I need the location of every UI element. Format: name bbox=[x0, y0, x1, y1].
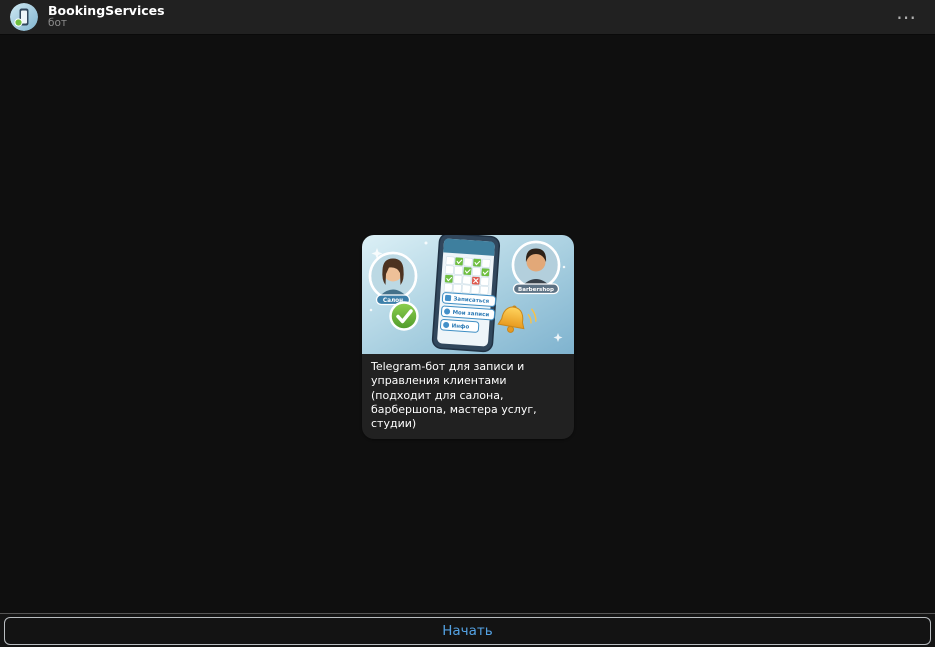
barbershop-portrait: Barbershop bbox=[513, 242, 559, 294]
salon-portrait: Салон bbox=[370, 253, 416, 305]
message-bubble: Салон Barbershop bbox=[362, 235, 574, 439]
barbershop-badge: Barbershop bbox=[514, 284, 559, 294]
chat-header: BookingServices бот ⋯ bbox=[0, 0, 935, 35]
bot-command-footer: Начать bbox=[0, 613, 935, 647]
barbershop-badge-label: Barbershop bbox=[518, 287, 554, 293]
bot-avatar-image bbox=[10, 3, 38, 31]
chat-header-info: BookingServices бот bbox=[48, 4, 165, 30]
chat-title: BookingServices bbox=[48, 4, 165, 18]
phone-button-info: Инфо bbox=[440, 319, 479, 332]
chat-subtitle: бот bbox=[48, 18, 165, 30]
message-image[interactable]: Салон Barbershop bbox=[362, 235, 574, 354]
bot-avatar[interactable] bbox=[10, 3, 38, 31]
telegram-bot-window: BookingServices бот ⋯ bbox=[0, 0, 935, 647]
message-caption: Telegram-бот для записи и управления кли… bbox=[362, 354, 574, 439]
start-button[interactable]: Начать bbox=[4, 617, 931, 645]
booking-phone: Записаться Мои записи Инфо bbox=[432, 235, 500, 352]
check-icon bbox=[391, 303, 418, 330]
menu-icon[interactable]: ⋯ bbox=[890, 5, 923, 29]
chat-area: Салон Barbershop bbox=[0, 35, 935, 613]
